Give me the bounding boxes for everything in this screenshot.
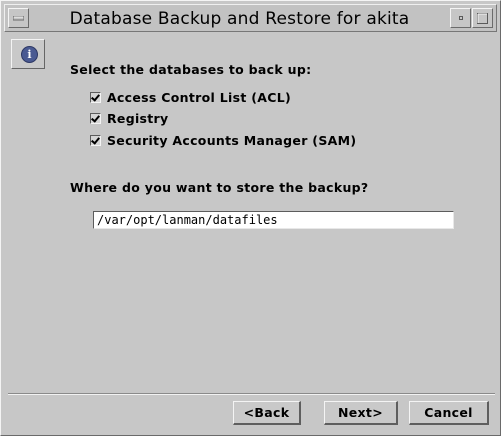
checkbox-sam[interactable]: Security Accounts Manager (SAM) xyxy=(90,132,356,148)
checkbox-registry[interactable]: Registry xyxy=(90,110,168,126)
window-menu-icon xyxy=(9,9,28,27)
backup-path-input[interactable]: /var/opt/lanman/datafiles xyxy=(93,211,454,229)
cancel-button[interactable]: Cancel xyxy=(409,401,489,425)
checkbox-registry-label: Registry xyxy=(107,110,169,126)
checkbox-acl[interactable]: Access Control List (ACL) xyxy=(90,89,291,105)
minimize-button[interactable] xyxy=(450,8,471,28)
checkbox-checked-icon[interactable] xyxy=(90,112,101,124)
checkbox-checked-icon[interactable] xyxy=(90,91,101,103)
checkbox-acl-label: Access Control List (ACL) xyxy=(107,89,291,105)
next-button[interactable]: Next> xyxy=(324,401,398,425)
window-menu-button[interactable] xyxy=(8,8,29,28)
button-separator xyxy=(8,393,495,395)
back-button[interactable]: <Back xyxy=(233,401,301,425)
info-button[interactable]: i xyxy=(11,39,45,69)
window-title: Database Backup and Restore for akita xyxy=(69,9,410,29)
maximize-button[interactable] xyxy=(472,8,493,28)
minimize-icon xyxy=(451,9,470,27)
checkbox-checked-icon[interactable] xyxy=(90,134,101,146)
title-bar[interactable]: Database Backup and Restore for akita xyxy=(4,4,497,32)
dialog-window: Database Backup and Restore for akita i … xyxy=(0,0,501,436)
checkbox-sam-label: Security Accounts Manager (SAM) xyxy=(107,132,357,148)
maximize-icon xyxy=(473,9,492,27)
info-icon: i xyxy=(21,46,38,63)
store-location-label: Where do you want to store the backup? xyxy=(70,180,369,195)
select-databases-label: Select the databases to back up: xyxy=(70,62,312,77)
